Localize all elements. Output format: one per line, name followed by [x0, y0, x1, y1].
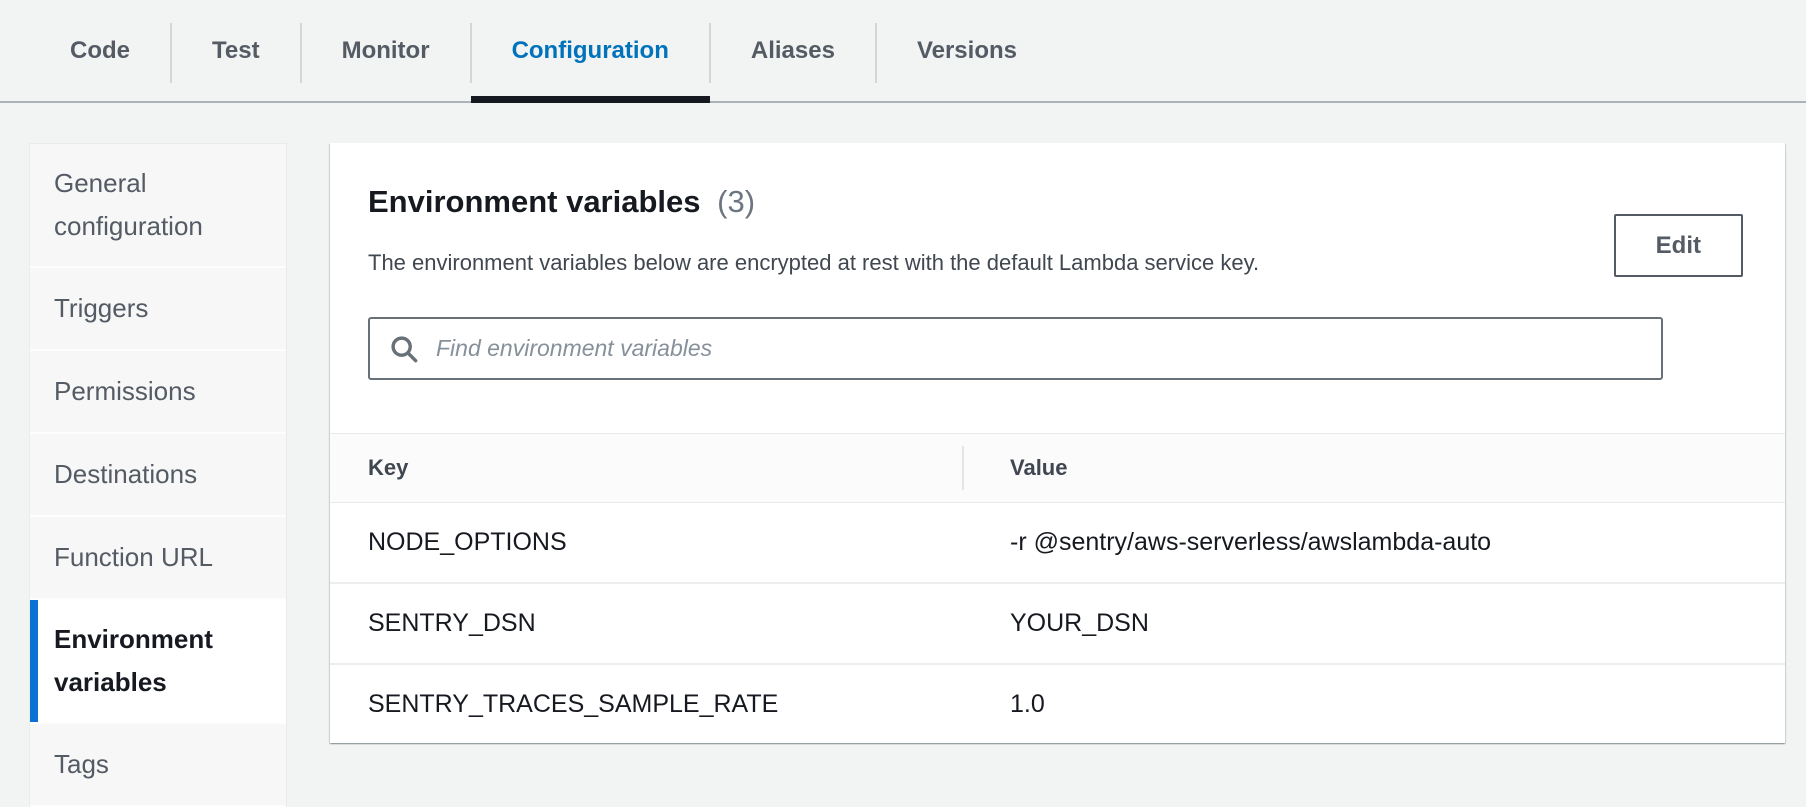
tab-label: Configuration [512, 37, 669, 65]
sidebar-item-label: Environment variables [54, 618, 262, 704]
search-input[interactable] [434, 334, 1641, 363]
tab-aliases[interactable]: Aliases [710, 0, 876, 101]
sidebar-item-function-url[interactable]: Function URL [30, 517, 286, 600]
sidebar-item-triggers[interactable]: Triggers [30, 268, 286, 351]
env-var-value: 1.0 [962, 665, 1785, 743]
env-var-key: SENTRY_DSN [330, 584, 962, 663]
env-var-key: SENTRY_TRACES_SAMPLE_RATE [330, 665, 962, 743]
sidebar-item-label: Permissions [54, 370, 196, 413]
panel-header: Environment variables (3) Edit The envir… [330, 181, 1785, 380]
tab-test[interactable]: Test [171, 0, 301, 101]
configuration-sidebar: General configuration Triggers Permissio… [29, 143, 287, 807]
tab-label: Test [212, 37, 260, 65]
table-row-sentry-dsn: SENTRY_DSN YOUR_DSN [330, 584, 1785, 665]
table-row-sentry-traces-sample-rate: SENTRY_TRACES_SAMPLE_RATE 1.0 [330, 665, 1785, 743]
tab-label: Aliases [751, 37, 835, 65]
sidebar-item-tags[interactable]: Tags [30, 724, 286, 807]
tab-label: Monitor [342, 37, 430, 65]
tab-label: Versions [917, 37, 1017, 65]
panel-description: The environment variables below are encr… [368, 249, 1747, 277]
search-box [368, 317, 1663, 380]
function-tab-bar: Code Test Monitor Configuration Aliases … [0, 0, 1806, 103]
table-row-node-options: NODE_OPTIONS -r @sentry/aws-serverless/a… [330, 503, 1785, 584]
search-icon [390, 335, 418, 363]
tab-label: Code [70, 37, 130, 65]
column-header-value: Value [962, 434, 1785, 502]
sidebar-item-label: General configuration [54, 162, 262, 248]
environment-variables-panel: Environment variables (3) Edit The envir… [330, 143, 1785, 743]
sidebar-item-permissions[interactable]: Permissions [30, 351, 286, 434]
env-var-value: YOUR_DSN [962, 584, 1785, 663]
table-header: Key Value [330, 433, 1785, 503]
sidebar-item-label: Function URL [54, 536, 213, 579]
sidebar-item-destinations[interactable]: Destinations [30, 434, 286, 517]
tab-versions[interactable]: Versions [876, 0, 1058, 101]
sidebar-item-environment-variables[interactable]: Environment variables [30, 600, 286, 724]
panel-title: Environment variables (3) [368, 181, 1747, 223]
edit-button[interactable]: Edit [1614, 214, 1743, 277]
sidebar-item-label: Destinations [54, 453, 197, 496]
sidebar-item-label: Tags [54, 743, 109, 786]
tab-configuration[interactable]: Configuration [471, 0, 710, 101]
env-var-key: NODE_OPTIONS [330, 503, 962, 582]
sidebar-item-label: Triggers [54, 287, 148, 330]
table-body: NODE_OPTIONS -r @sentry/aws-serverless/a… [330, 503, 1785, 743]
column-header-key: Key [330, 434, 962, 502]
panel-count-badge: (3) [717, 184, 755, 219]
env-var-value: -r @sentry/aws-serverless/awslambda-auto [962, 503, 1785, 582]
panel-title-text: Environment variables [368, 184, 701, 219]
tab-code[interactable]: Code [29, 0, 171, 101]
sidebar-item-general-configuration[interactable]: General configuration [30, 144, 286, 268]
tab-monitor[interactable]: Monitor [301, 0, 471, 101]
